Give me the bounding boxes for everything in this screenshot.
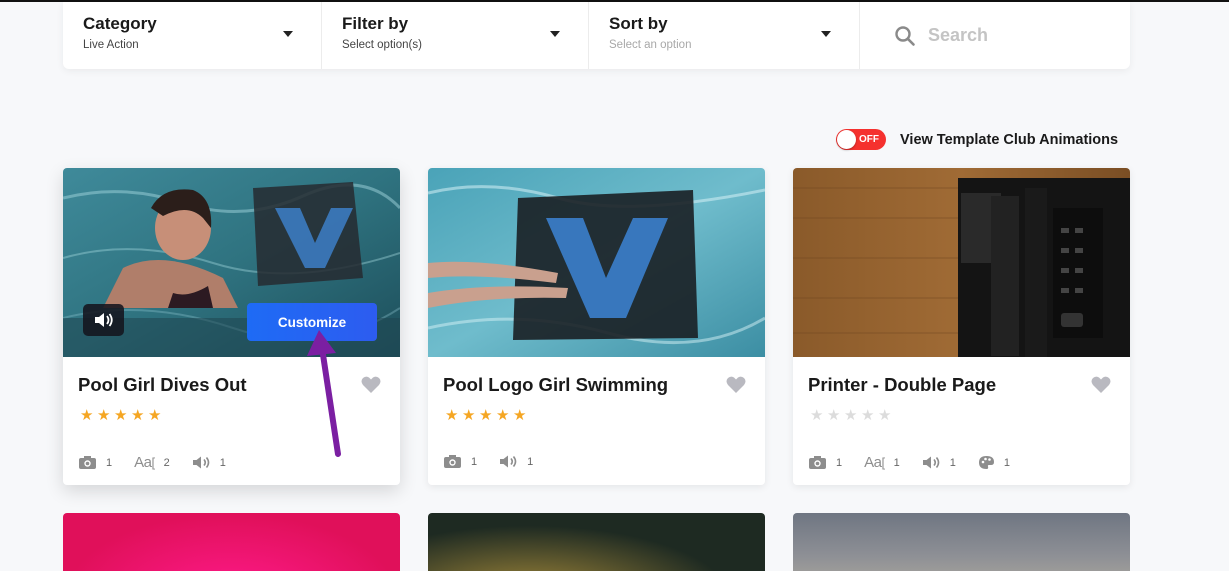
card-title[interactable]: Printer - Double Page xyxy=(808,374,996,396)
speaker-icon xyxy=(922,456,940,469)
heart-icon[interactable] xyxy=(1091,376,1111,394)
heart-icon[interactable] xyxy=(726,376,746,394)
chevron-down-icon xyxy=(283,31,293,37)
text-count: Aa[ 1 xyxy=(864,454,900,471)
card-title[interactable]: Pool Logo Girl Swimming xyxy=(443,374,668,396)
customize-button[interactable]: Customize xyxy=(247,303,377,341)
speaker-icon xyxy=(500,455,517,468)
category-value: Live Action xyxy=(83,39,139,51)
star-icon: ★ xyxy=(462,407,476,424)
star-icon: ★ xyxy=(445,407,459,424)
star-icon: ★ xyxy=(861,407,875,424)
template-card[interactable]: Printer - Double Page ★ ★ ★ ★ ★ 1 Aa[ 1 1 1 xyxy=(793,168,1130,485)
card-meta: 1 Aa[ 1 1 1 xyxy=(808,454,1032,471)
filter-by-dropdown[interactable]: Filter by Select option(s) xyxy=(322,2,589,69)
card-thumbnail[interactable] xyxy=(793,168,1130,357)
star-rating: ★ ★ ★ ★ ★ xyxy=(810,408,892,423)
chevron-down-icon xyxy=(550,31,560,37)
template-card[interactable]: Pool Logo Girl Swimming ★ ★ ★ ★ ★ 1 1 xyxy=(428,168,765,485)
star-rating: ★ ★ ★ ★ ★ xyxy=(80,408,162,423)
toggle-state: OFF xyxy=(859,134,879,145)
template-card-thumbnail[interactable] xyxy=(63,513,400,571)
image-count: 1 xyxy=(808,455,842,470)
speaker-icon xyxy=(192,456,210,469)
star-icon: ★ xyxy=(496,407,510,424)
category-dropdown[interactable]: Category Live Action xyxy=(63,2,322,69)
card-meta: 1 Aa[ 2 1 xyxy=(78,454,248,471)
camera-icon xyxy=(79,456,96,469)
filter-by-value: Select option(s) xyxy=(342,39,422,51)
filter-bar: Category Live Action Filter by Select op… xyxy=(63,2,1130,69)
star-icon: ★ xyxy=(80,407,94,424)
audio-count: 1 xyxy=(499,454,533,469)
star-icon: ★ xyxy=(114,407,128,424)
card-thumbnail[interactable] xyxy=(428,168,765,357)
image-count: 1 xyxy=(78,455,112,470)
search-box[interactable] xyxy=(860,2,1130,69)
template-card-thumbnail[interactable] xyxy=(428,513,765,571)
star-icon: ★ xyxy=(844,407,858,424)
star-icon: ★ xyxy=(479,407,493,424)
image-count: 1 xyxy=(443,454,477,469)
star-icon: ★ xyxy=(513,407,527,424)
star-icon: ★ xyxy=(131,407,145,424)
template-club-toggle[interactable]: OFF xyxy=(836,129,886,150)
card-title[interactable]: Pool Girl Dives Out xyxy=(78,374,247,396)
toggle-knob xyxy=(837,130,856,149)
text-layer-icon: Aa[ xyxy=(864,454,885,471)
card-thumbnail[interactable]: Customize xyxy=(63,168,400,357)
star-icon: ★ xyxy=(810,407,824,424)
toggle-label: View Template Club Animations xyxy=(900,131,1119,148)
star-icon: ★ xyxy=(827,407,841,424)
template-club-toggle-row: OFF View Template Club Animations xyxy=(836,129,1118,150)
template-card[interactable]: Customize Pool Girl Dives Out ★ ★ ★ ★ ★ 1 Aa… xyxy=(63,168,400,485)
chevron-down-icon xyxy=(821,31,831,37)
sort-by-dropdown[interactable]: Sort by Select an option xyxy=(589,2,860,69)
speaker-icon xyxy=(94,313,113,327)
palette-icon xyxy=(978,456,994,469)
audio-count: 1 xyxy=(192,455,226,470)
sort-by-placeholder: Select an option xyxy=(609,39,692,51)
star-icon: ★ xyxy=(148,407,162,424)
audio-count: 1 xyxy=(922,455,956,470)
text-count: Aa[ 2 xyxy=(134,454,170,471)
sound-toggle-button[interactable] xyxy=(83,304,124,336)
search-input[interactable] xyxy=(928,25,1108,46)
star-icon: ★ xyxy=(97,407,111,424)
color-count: 1 xyxy=(978,455,1010,470)
camera-icon xyxy=(444,455,461,468)
search-icon xyxy=(894,25,916,47)
star-rating: ★ ★ ★ ★ ★ xyxy=(445,408,527,423)
text-layer-icon: Aa[ xyxy=(134,454,155,471)
camera-icon xyxy=(809,456,826,469)
star-icon: ★ xyxy=(878,407,892,424)
template-card-thumbnail[interactable] xyxy=(793,513,1130,571)
heart-icon[interactable] xyxy=(361,376,381,394)
card-meta: 1 1 xyxy=(443,454,555,469)
